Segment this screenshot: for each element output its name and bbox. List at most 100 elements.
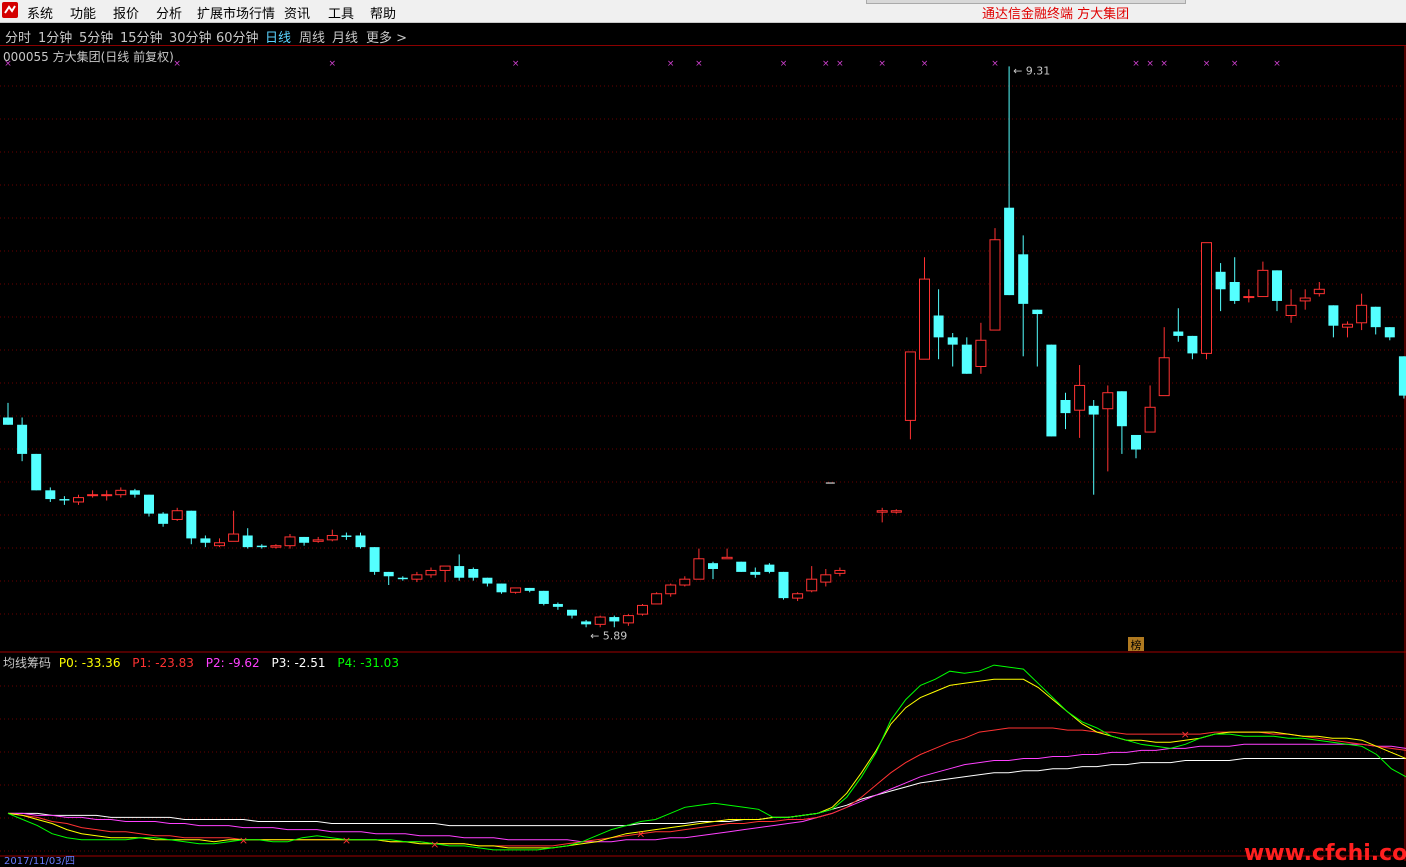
signal-x-marker: × [1146,59,1154,69]
candle-body-down [552,603,563,607]
period-tab-bar: 分时 1分钟 5分钟 15分钟 30分钟 60分钟 日线 周线 月线 更多 > [0,23,1406,46]
indicator-cross-marker: × [342,834,351,847]
indicator-line-p3 [8,758,1406,827]
candle-body-down [778,571,789,599]
candle-body-down [609,617,620,622]
tab-more[interactable]: 更多 > [366,27,407,46]
candle-body-up [425,569,437,576]
candle-body-down [496,583,507,593]
candle-body-up [1356,304,1368,324]
candle-body-down [341,535,352,537]
indicator-cross-marker: × [239,834,248,847]
menu-help[interactable]: 帮助 [370,3,396,22]
indicator-markers: × × × × × [239,728,1190,851]
app-logo-icon[interactable] [2,2,18,18]
indicator-legend: 均线筹码 P0: -33.36 P1: -23.83 P2: -9.62 P3: -2.… [3,654,407,671]
candle-body-up [989,239,1001,331]
menu-extended-market[interactable]: 扩展市场行情 [197,3,275,22]
candle-body-down [31,453,42,491]
signal-x-marker: × [991,59,999,69]
candle-body-down [59,499,70,501]
candle-body-down [736,561,747,572]
candle-body-down [1187,335,1198,354]
menu-quote[interactable]: 报价 [113,3,139,22]
tab-monthly[interactable]: 月线 [332,27,358,46]
candle-body-up [101,494,113,497]
tab-15min[interactable]: 15分钟 [120,27,163,46]
candle-body-down [129,490,140,495]
candle-body-down [1370,306,1381,328]
chart-canvas[interactable]: × × × × × × × × × × × × × × × × × × ← 9.31← 5.89榜 × × ××× [0,46,1406,861]
candle-body-down [524,587,535,591]
candle-body-down [1272,270,1282,301]
candle-body-down [144,494,154,514]
candle-body-down [961,344,972,374]
tab-30min[interactable]: 30分钟 [169,27,212,46]
candle-body-up [326,534,338,541]
candlestick-series [3,66,1406,628]
candle-body-up [73,497,84,503]
candle-body-up [1299,297,1311,302]
candle-body-up [693,558,705,580]
signal-x-marker: × [1132,59,1140,69]
signal-x-marker: × [1203,59,1211,69]
candle-body-down [299,536,310,543]
candle-body-down [186,510,197,539]
candle-body-down [1088,405,1099,415]
candle-body-down [538,590,549,604]
candle-body-down [482,577,493,584]
tab-1min[interactable]: 1分钟 [38,27,72,46]
price-gridlines [0,85,1404,852]
tab-intraday[interactable]: 分时 [5,27,31,46]
candle-body-down [567,609,577,616]
indicator-line-p2 [8,743,1406,843]
candle-body-up [1144,406,1156,433]
candle-body-down [383,571,394,577]
signal-x-marker: × [512,59,520,69]
candle-body-down [933,315,944,338]
candle-body-up [637,604,648,615]
candle-body-down [750,571,761,575]
signal-x-marker: × [173,59,181,69]
candle-body-down [468,568,479,578]
candle-body-up [228,533,240,542]
candle-body-up [270,545,282,548]
candle-body-up [834,569,846,574]
candle-body-up [665,584,677,595]
candle-body-down [1384,327,1395,338]
candle-body-up [890,510,902,513]
signal-x-marker: × [1231,59,1239,69]
tab-5min[interactable]: 5分钟 [79,27,113,46]
candle-body-up [439,565,451,571]
menu-system[interactable]: 系统 [27,3,53,22]
candle-body-down [242,535,253,548]
candle-body-up [792,593,804,599]
signal-x-marker: × [780,59,788,69]
candle-body-down [1215,271,1226,290]
menu-tools[interactable]: 工具 [328,3,354,22]
tab-daily[interactable]: 日线 [265,27,291,46]
kline-title: 000055 方大集团(日线 前复权) [3,50,174,64]
signal-x-marker: × [1160,59,1168,69]
terminal-title: 通达信金融终端 方大集团 [982,7,1130,22]
tab-60min[interactable]: 60分钟 [216,27,259,46]
candle-body-down [1173,331,1184,336]
menu-function[interactable]: 功能 [70,3,96,22]
menu-analysis[interactable]: 分析 [156,3,182,22]
indicator-p0: P0: -33.36 [58,656,121,670]
candle-body-up [679,578,691,586]
tab-weekly[interactable]: 周线 [299,27,325,46]
signal-x-marker: × [667,59,675,69]
indicator-line-p1 [7,727,1406,847]
signal-x-marker: × [836,59,844,69]
signal-x-marker: × [329,59,337,69]
candle-body-up [806,578,818,592]
menu-news[interactable]: 资讯 [284,3,310,22]
indicator-cross-marker: × [1181,728,1190,741]
signal-x-marker: × [822,59,830,69]
signal-x-marker: × [695,59,703,69]
indicator-p4: P4: -31.03 [337,656,399,670]
candle-body-up [904,351,916,421]
candle-body-up [1102,392,1114,410]
candle-body-down [1398,356,1406,396]
